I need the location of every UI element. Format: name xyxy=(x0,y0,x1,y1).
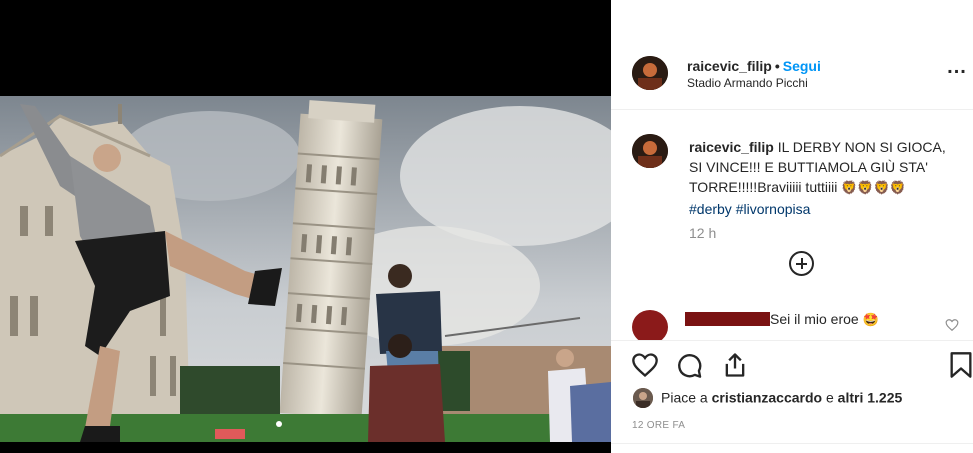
post-location[interactable]: Stadio Armando Picchi xyxy=(687,76,808,90)
likes-summary: Piace a cristianzaccardo e altri 1.225 xyxy=(633,388,903,409)
likes-prefix: Piace a xyxy=(661,389,708,406)
more-icon[interactable]: ... xyxy=(943,54,971,82)
comment-icon[interactable] xyxy=(675,351,703,379)
post-media xyxy=(0,0,611,453)
comment-emoji: 🤩 xyxy=(862,313,879,328)
caption-text: raicevic_filip IL DERBY NON SI GIOCA, SI… xyxy=(689,137,961,219)
plus-circle-icon[interactable] xyxy=(789,251,814,276)
share-icon[interactable] xyxy=(721,351,749,379)
comment-item: Sei il mio eroe 🤩 xyxy=(611,306,973,340)
caption-username[interactable]: raicevic_filip xyxy=(689,139,774,155)
action-bar xyxy=(611,340,973,386)
post-author-line: raicevic_filip • Segui xyxy=(687,58,821,74)
likes-user[interactable]: cristianzaccardo xyxy=(712,390,823,406)
liker-avatar[interactable] xyxy=(633,388,653,408)
hashtag-livornopisa[interactable]: #livornopisa xyxy=(736,201,811,217)
hashtag-derby[interactable]: #derby xyxy=(689,201,732,217)
heart-icon[interactable] xyxy=(631,351,659,379)
separator-dot: • xyxy=(774,58,780,74)
post-username[interactable]: raicevic_filip xyxy=(687,58,772,74)
likes-others[interactable]: altri 1.225 xyxy=(838,390,903,406)
post-photo[interactable] xyxy=(0,96,611,442)
post-sidebar: raicevic_filip • Segui Stadio Armando Picc… xyxy=(611,0,973,453)
post-date[interactable]: 12 ORE FA xyxy=(632,420,685,431)
avatar[interactable] xyxy=(632,56,668,90)
comment-text: Sei il mio eroe 🤩 xyxy=(770,311,879,328)
likes-middle: e xyxy=(825,389,834,406)
post-header: raicevic_filip • Segui Stadio Armando Picc… xyxy=(611,48,973,110)
comment-body: Sei il mio eroe xyxy=(770,311,859,327)
comment-avatar[interactable] xyxy=(632,310,668,340)
comment-username-redacted[interactable] xyxy=(685,312,770,326)
comment-like-icon[interactable] xyxy=(945,318,959,332)
bookmark-icon[interactable] xyxy=(947,351,973,379)
caption-time[interactable]: 12 h xyxy=(689,225,716,241)
caption-avatar[interactable] xyxy=(632,134,668,168)
divider xyxy=(611,443,973,444)
follow-button[interactable]: Segui xyxy=(783,58,821,74)
caption-emoji: 🦁🦁🦁🦁 xyxy=(841,181,906,196)
